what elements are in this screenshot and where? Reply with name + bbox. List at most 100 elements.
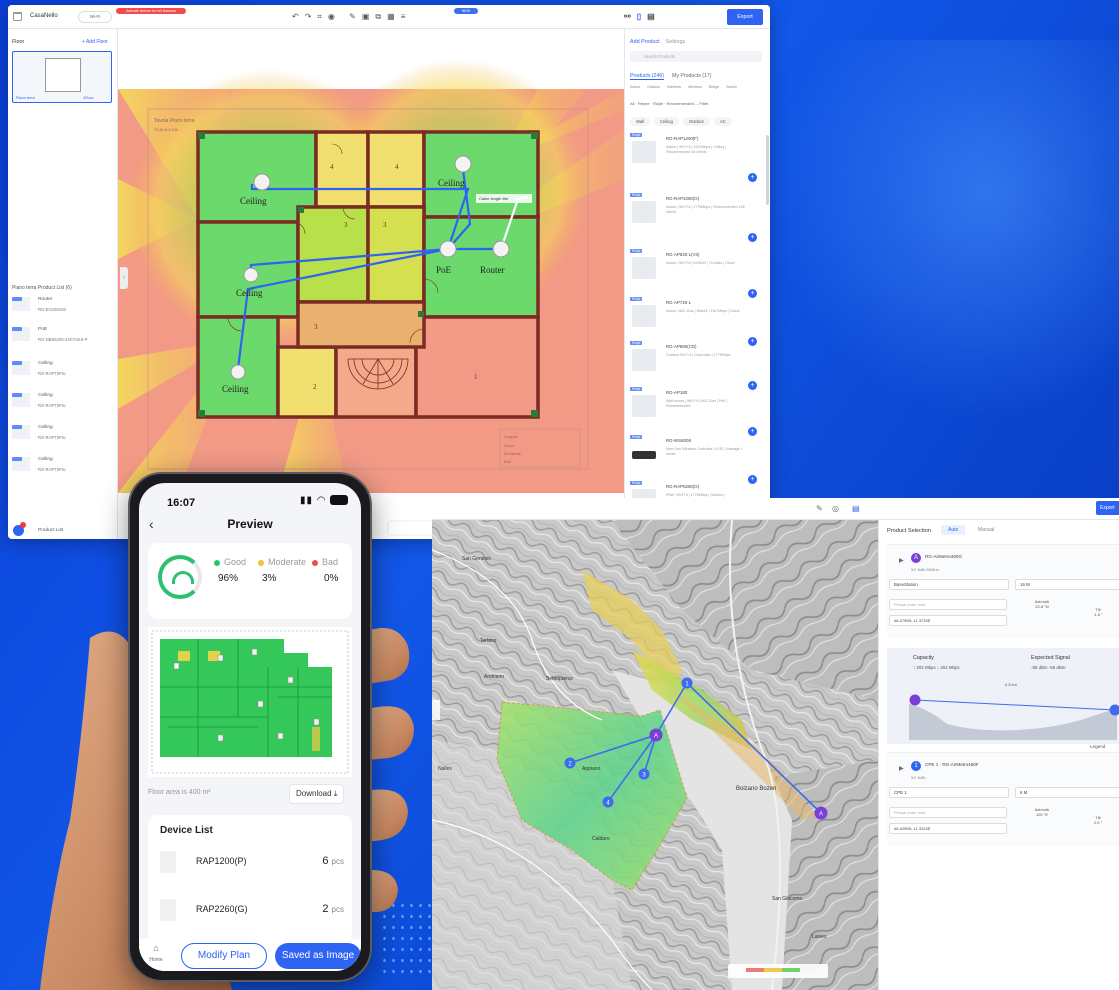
layers-icon[interactable]: ▤ [852,504,860,513]
download-button[interactable]: Download ⤓ [289,784,345,804]
device-card-base: ▶ A RG-AirMetro460G 5G 8dBi 60MHz BaseSt… [887,544,1119,638]
list-icon[interactable]: ≡ [401,12,412,21]
note-field[interactable]: Please enter note [889,599,1007,610]
product-card[interactable]: Ruijie RG-AP820-L(V3) Indoor | Wi-Fi 6 | A… [630,249,764,299]
home-icon[interactable] [13,12,22,21]
add-floor-button[interactable]: + Add Floor [82,39,108,45]
tab-products[interactable]: Products (246) [630,73,665,80]
chip-ac[interactable]: AC [713,117,732,126]
product-row[interactable]: Ceiling RG-RAP72Pro [12,393,114,421]
product-model: RG-NBS5200-24GT4XS-P [38,337,88,342]
device-name-field[interactable]: BaseStation [889,579,1009,590]
product-card[interactable]: Ruijie RG-AP880(CD) Outdoor Wi-Fi 6 | Dual… [630,341,764,391]
product-name: RG-RAP6260(G) [666,484,700,489]
panel-scrollbar[interactable] [766,135,769,205]
signal-icon[interactable]: ⚯ [624,12,637,21]
copy-icon[interactable]: ⧉ [375,12,387,21]
chip-wall[interactable]: Wall [630,117,650,126]
device-name-field[interactable]: CPE 1 [889,787,1009,798]
coordinates-field[interactable]: 46.4795N, 11.3733E [889,615,1007,626]
tab-add-product[interactable]: Add Product [630,39,660,45]
product-model: RG-EG105GW [38,307,66,312]
height-field[interactable]: 6 M [1015,787,1119,798]
product-name: RG-AP880(CD) [666,344,697,349]
product-card[interactable]: Ruijie RG-RAP2260(G) Indoor | Wi-Fi 6 | 17… [630,193,764,243]
device-badge: 1 [911,761,921,771]
bottom-action-bar: ⌂ Home Modify Plan Saved as Image [139,939,361,971]
camera-icon[interactable]: ▦ [387,12,401,21]
add-product-button[interactable]: + [748,233,757,242]
product-name: RG-AP820-L(V3) [666,252,700,257]
modify-plan-button[interactable]: Modify Plan [181,943,267,969]
chip-ceiling[interactable]: Ceiling [654,117,679,126]
chip-outdoor[interactable]: Outdoor [682,117,710,126]
product-row[interactable]: Ceiling RG-RAP72Pro [12,361,114,389]
product-list-button[interactable]: Product List [38,528,63,533]
tilt-control[interactable]: Tilt 2.0 ° [1081,815,1115,825]
product-row[interactable]: PoE RG-NBS5200-24GT4XS-P [12,327,114,355]
tab-settings[interactable]: Settings [666,39,685,45]
router-marker[interactable] [492,240,510,258]
redo-icon[interactable]: ↷ [305,12,318,21]
azimuth-control[interactable]: Azimuth 22.8 °N [1025,599,1059,609]
terrain-map-canvas[interactable]: A A 1 2 3 4 Bolzano Bozen San Genesio Te… [432,520,878,990]
product-card[interactable]: Ruijie RG-AP180 Wall-mount | Wi-Fi 6 | 802… [630,387,764,437]
legend-link[interactable]: Legend [1090,744,1105,749]
ap-marker[interactable] [243,267,259,283]
export-button[interactable]: Export [727,9,763,25]
mode-auto[interactable]: Auto [941,525,966,535]
device-icon[interactable]: ▯ [637,12,647,21]
floor-plan-heatmap[interactable]: Tavola Piano terra SCALA 1:100 4 4 3 3 3… [118,29,626,539]
expand-arrow-icon[interactable]: ▶ [899,557,904,564]
product-card[interactable]: Ruijie RG-AP720-L Indoor | 802.11ac | Wave… [630,297,764,347]
product-card[interactable]: Ruijie RG-RAP1200(F) Indoor | Wi-Fi 5 | 12… [630,133,764,183]
note-field[interactable]: Please enter note [889,807,1007,818]
product-selection-panel: Product Selection Auto Manual ▶ A RG-Air… [878,520,1119,990]
poe-switch-marker[interactable] [439,240,457,258]
pen-icon[interactable]: ✎ [349,12,362,21]
ap-marker[interactable] [454,155,472,173]
wifi-mode-selector[interactable]: Wi-Fi [78,11,112,23]
ap-marker[interactable] [253,173,271,191]
expand-arrow-icon[interactable]: ▶ [899,765,904,772]
status-icons: ▮▮ ◠ [300,495,349,506]
floor-thumbnail[interactable]: Piano terra 1Floor [12,51,112,103]
undo-icon[interactable]: ↶ [292,12,305,21]
ap-marker[interactable] [230,364,246,380]
license-warning[interactable]: Activate license for full features [116,8,186,14]
coordinates-field[interactable]: 46.4290N, 11.3124E [889,823,1007,834]
azimuth-control[interactable]: Azimuth 120 °E [1025,807,1059,817]
terrain-map[interactable]: A A 1 2 3 4 Bolzano Bozen San Genesio Te… [432,520,878,990]
layer-icon[interactable]: ▣ [362,12,376,21]
add-product-button[interactable]: + [748,173,757,182]
floor-sidebar: Floor + Add Floor Piano terra 1Floor Pia… [8,29,118,539]
tilt-control[interactable]: Tilt -1.6 ° [1081,607,1115,617]
device-row[interactable]: RAP1200(P) 6 pcs [160,851,344,877]
location-icon[interactable]: ◎ [832,504,839,513]
product-row[interactable]: Ceiling RG-RAP72Pro [12,457,114,485]
eye-icon[interactable]: ◉ [328,12,341,21]
product-list-icon[interactable] [13,522,26,536]
product-card[interactable]: Ruijie RG-WS6008 Next Gen Wireless Control… [630,435,764,485]
filter-bar[interactable]: All · Reyee · Ruijie · Recommended ... F… [630,101,708,106]
home-tab[interactable]: ⌂ Home [147,943,165,963]
floor-plan-canvas[interactable]: Tavola Piano terra SCALA 1:100 4 4 3 3 3… [118,29,626,539]
map-export-button[interactable]: Export [1096,501,1119,515]
height-field[interactable]: 16 M [1015,579,1119,590]
product-row[interactable]: Router RG-EG105GW [12,297,114,325]
heatmap-planner-window: CasaNello Wi-Fi Activate license for ful… [8,5,770,539]
device-row[interactable]: RAP2260(G) 2 pcs [160,899,344,925]
collapse-sidebar-button[interactable]: ‹ [120,267,128,289]
save-as-image-button[interactable]: Saved as Image [275,943,361,969]
brush-icon[interactable]: ✎ [816,504,823,513]
fit-icon[interactable]: ⌗ [317,12,328,21]
product-row[interactable]: Ceiling RG-RAP72Pro [12,425,114,453]
clipboard-icon[interactable]: ▤ [647,12,661,21]
category-tabs[interactable]: Indoor Outdoor Wireless Wireless Bridge … [630,85,737,89]
product-search-input[interactable]: Search Products [630,51,762,62]
coverage-preview-map[interactable] [148,627,352,777]
tab-my-products[interactable]: My Products (17) [672,73,712,79]
project-name: CasaNello [30,13,58,19]
product-model: RG-RAP72Pro [38,467,66,472]
mode-manual[interactable]: Manual [971,525,1001,535]
